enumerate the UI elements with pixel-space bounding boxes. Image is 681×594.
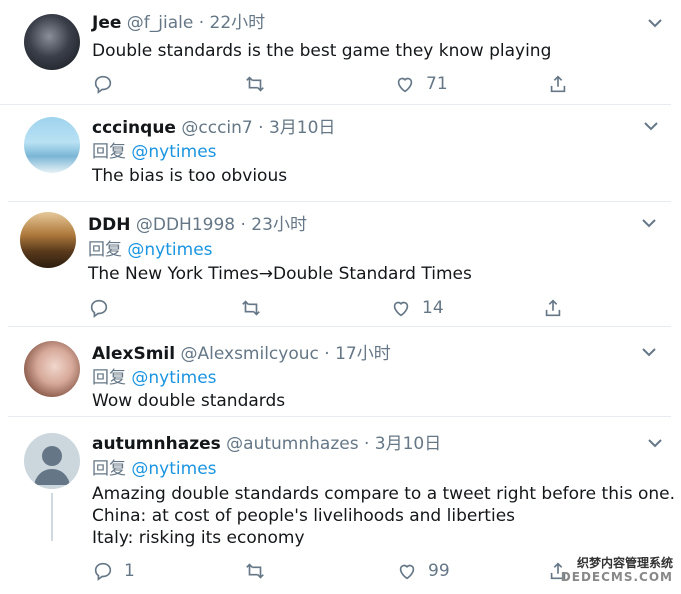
retweet-icon xyxy=(246,76,264,92)
tweet-text-line-3: Italy: risking its economy xyxy=(92,528,305,548)
tweet-text: The New York Times→Double Standard Times xyxy=(88,264,472,284)
user-handle[interactable]: @f_jiale xyxy=(127,13,194,33)
timestamp[interactable]: · 17小时 xyxy=(324,344,390,364)
like-button[interactable]: 14 xyxy=(390,296,444,320)
user-handle[interactable]: @Alexsmilcyouc xyxy=(181,344,319,364)
reply-icon xyxy=(90,299,108,318)
reply-context: 回复 @nytimes xyxy=(92,458,217,480)
share-icon xyxy=(550,75,566,93)
tweet-cccinque[interactable]: cccinque @cccin7 · 3月10日 回复 @nytimes The… xyxy=(0,105,681,203)
timestamp[interactable]: · 3月10日 xyxy=(258,118,335,138)
tweet-text: Wow double standards xyxy=(92,391,286,411)
user-name[interactable]: AlexSmil xyxy=(92,344,175,364)
tweet-actions: 14 xyxy=(88,296,568,320)
user-name[interactable]: cccinque xyxy=(92,118,176,138)
chevron-down-icon[interactable] xyxy=(644,121,658,131)
like-button[interactable]: 71 xyxy=(394,72,448,96)
reply-icon xyxy=(94,562,112,581)
reply-button[interactable]: 1 xyxy=(92,559,135,583)
reply-button[interactable] xyxy=(92,72,114,96)
tweet-ddh[interactable]: DDH @DDH1998 · 23小时 回复 @nytimes The New … xyxy=(0,202,681,326)
heart-icon xyxy=(399,564,415,580)
tweet-alexsmil[interactable]: AlexSmil @Alexsmilcyouc · 17小时 回复 @nytim… xyxy=(0,327,681,417)
user-handle[interactable]: @DDH1998 xyxy=(136,215,235,235)
tweet-text: The bias is too obvious xyxy=(92,166,288,186)
default-avatar-icon xyxy=(34,446,70,485)
reply-prefix: 回复 xyxy=(92,459,126,479)
reply-context: 回复 @nytimes xyxy=(92,367,217,389)
user-name[interactable]: DDH xyxy=(88,215,130,235)
share-button[interactable] xyxy=(542,296,564,320)
like-count: 71 xyxy=(426,74,448,94)
reply-prefix: 回复 xyxy=(92,142,126,162)
retweet-button[interactable] xyxy=(244,559,266,583)
chevron-down-icon[interactable] xyxy=(648,18,662,28)
tweet-actions: 1 99 xyxy=(92,559,572,583)
tweet-jee[interactable]: Jee @f_jiale · 22小时 Double standards is … xyxy=(0,0,681,104)
avatar[interactable] xyxy=(24,433,80,489)
watermark: 织梦内容管理系统 DEDECMS.COM xyxy=(561,556,673,584)
reply-context: 回复 @nytimes xyxy=(88,239,213,261)
retweet-button[interactable] xyxy=(240,296,262,320)
reply-context: 回复 @nytimes xyxy=(92,141,217,163)
chevron-down-icon[interactable] xyxy=(642,218,656,228)
timestamp[interactable]: · 23小时 xyxy=(241,215,307,235)
timestamp[interactable]: · 22小时 xyxy=(199,13,265,33)
like-count: 14 xyxy=(422,298,444,318)
watermark-line-2: DEDECMS.COM xyxy=(560,570,673,584)
heart-icon xyxy=(397,77,413,93)
tweet-actions: 71 xyxy=(92,72,572,96)
user-name[interactable]: Jee xyxy=(92,13,121,33)
reply-prefix: 回复 xyxy=(88,240,122,260)
reply-prefix: 回复 xyxy=(92,368,126,388)
reply-icon xyxy=(94,75,112,94)
share-button[interactable] xyxy=(547,72,569,96)
retweet-icon xyxy=(242,300,260,316)
chevron-down-icon[interactable] xyxy=(642,347,656,357)
user-handle[interactable]: @autumnhazes xyxy=(226,434,358,454)
mention-link[interactable]: @nytimes xyxy=(131,368,216,388)
thread-line xyxy=(51,493,53,541)
avatar[interactable] xyxy=(24,14,80,70)
user-name[interactable]: autumnhazes xyxy=(92,434,221,454)
heart-icon xyxy=(393,301,409,317)
reply-count: 1 xyxy=(124,561,135,581)
share-icon xyxy=(545,299,561,317)
retweet-icon xyxy=(246,563,264,579)
avatar[interactable] xyxy=(24,341,80,397)
retweet-button[interactable] xyxy=(244,72,266,96)
like-button[interactable]: 99 xyxy=(396,559,450,583)
chevron-down-icon[interactable] xyxy=(648,438,662,448)
mention-link[interactable]: @nytimes xyxy=(127,240,212,260)
tweet-text-line-2: China: at cost of people's livelihoods a… xyxy=(92,506,516,526)
avatar[interactable] xyxy=(20,212,76,268)
user-handle[interactable]: @cccin7 xyxy=(181,118,252,138)
tweet-text: Double standards is the best game they k… xyxy=(92,41,552,61)
tweet-text-line-1: Amazing double standards compare to a tw… xyxy=(92,484,675,504)
mention-link[interactable]: @nytimes xyxy=(131,459,216,479)
mention-link[interactable]: @nytimes xyxy=(131,142,216,162)
avatar[interactable] xyxy=(24,117,80,173)
watermark-line-1: 织梦内容管理系统 xyxy=(576,556,673,570)
reply-button[interactable] xyxy=(88,296,110,320)
like-count: 99 xyxy=(428,561,450,581)
timestamp[interactable]: · 3月10日 xyxy=(364,434,441,454)
